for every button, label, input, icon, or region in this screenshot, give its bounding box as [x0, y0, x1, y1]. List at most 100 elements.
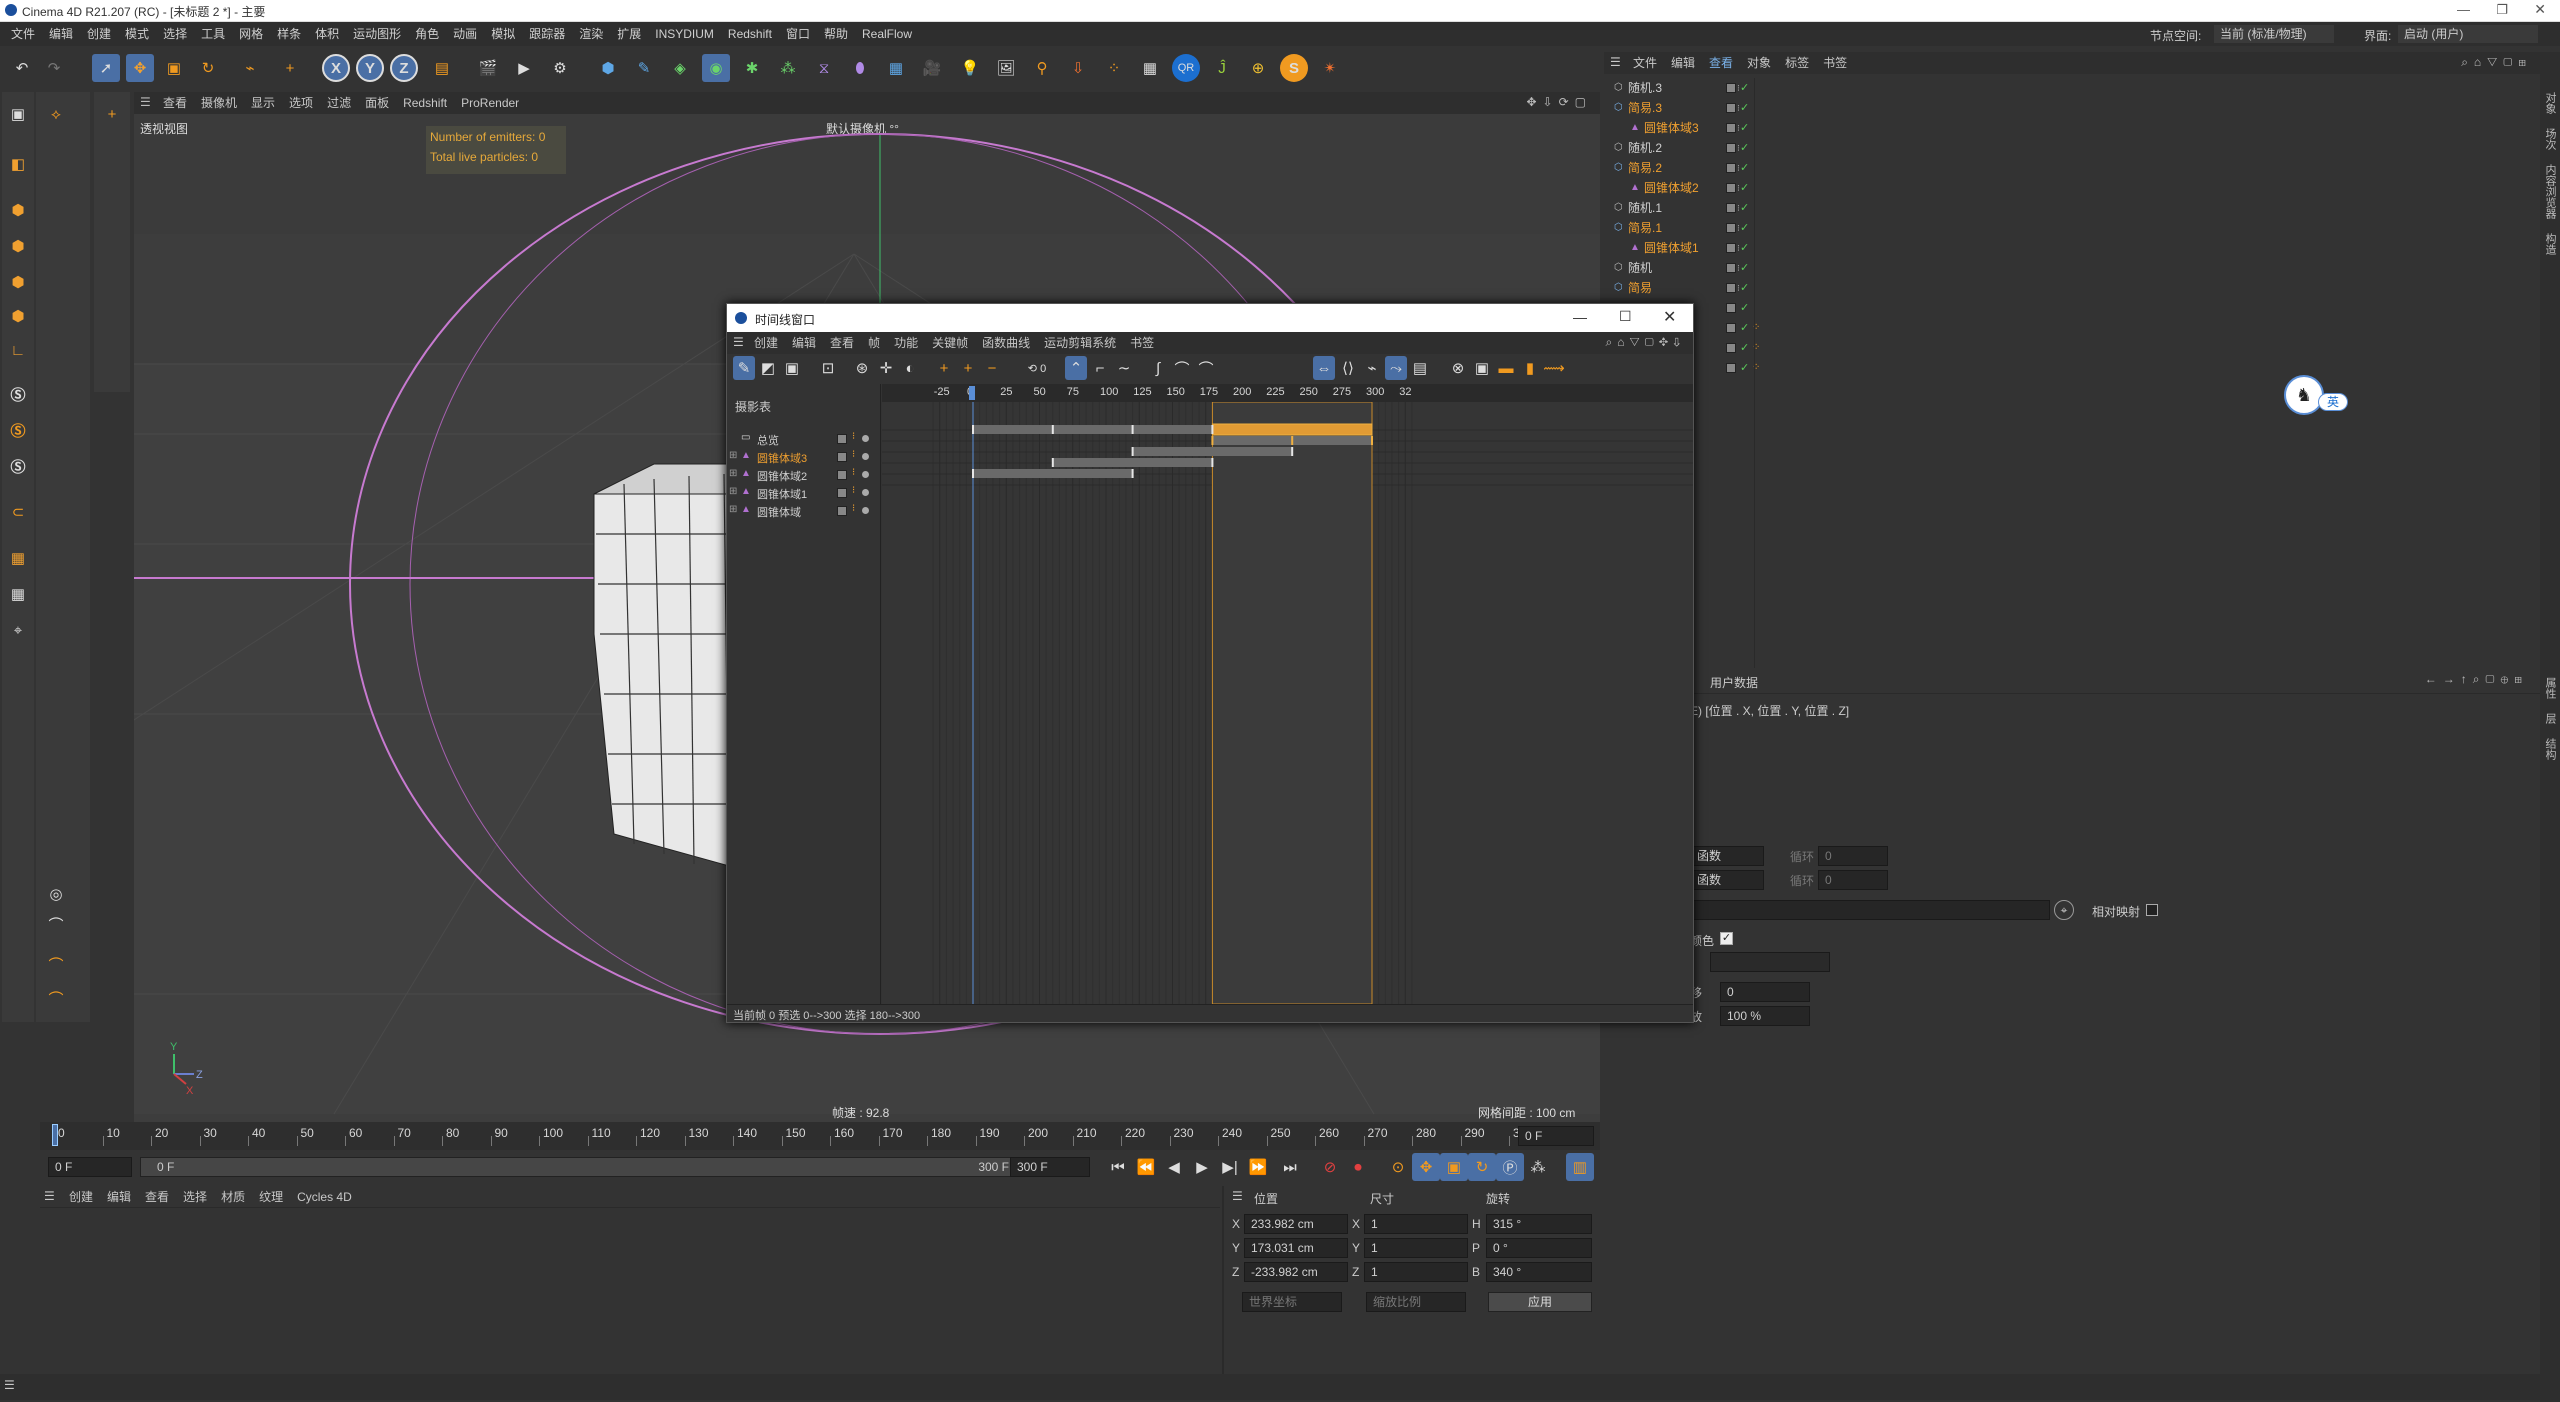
- workplane-icon[interactable]: ▦: [4, 544, 32, 572]
- s-tool-3-icon[interactable]: Ⓢ: [4, 452, 32, 480]
- material-menu-item[interactable]: 纹理: [252, 1186, 290, 1208]
- xp-emitter-icon[interactable]: ⚲: [1028, 54, 1056, 82]
- enabled-checkmark-icon[interactable]: ✓: [1740, 338, 1749, 358]
- enabled-checkmark-icon[interactable]: ✓: [1740, 158, 1749, 178]
- position-field[interactable]: 173.031 cm: [1244, 1238, 1348, 1258]
- side-tab[interactable]: 对象: [2543, 92, 2557, 114]
- ripple-icon[interactable]: ⌁: [1361, 356, 1383, 380]
- s-plugin-icon[interactable]: S: [1280, 54, 1308, 82]
- track-toggle-icon[interactable]: [837, 470, 847, 480]
- menu-item[interactable]: Redshift: [721, 22, 779, 46]
- object-row[interactable]: ⬡ 随机 ⁝ ✓: [1608, 258, 1758, 278]
- pen-icon[interactable]: ✎: [630, 54, 658, 82]
- keyframe-marker[interactable]: [972, 469, 974, 478]
- track-row[interactable]: ▭ 总览 ⁝: [727, 430, 881, 448]
- floor-icon[interactable]: ▦: [882, 54, 910, 82]
- maximize-button[interactable]: ❐: [2496, 2, 2508, 18]
- lock-workplane-icon[interactable]: ▦: [4, 580, 32, 608]
- timeline-menu-item[interactable]: 查看: [823, 332, 861, 354]
- coordinate-system-icon[interactable]: ▤: [428, 54, 456, 82]
- viewport-menu-item[interactable]: 过滤: [320, 92, 358, 114]
- enabled-checkmark-icon[interactable]: ✓: [1740, 98, 1749, 118]
- object-row[interactable]: ⬡ 随机.3 ⁝ ✓: [1608, 78, 1758, 98]
- color-checkbox[interactable]: ✓: [1720, 932, 1733, 945]
- timeline-menu-item[interactable]: 运动剪辑系统: [1037, 332, 1123, 354]
- enabled-checkmark-icon[interactable]: ✓: [1740, 198, 1749, 218]
- rotate-icon[interactable]: ↻: [194, 54, 222, 82]
- material-menu-item[interactable]: 查看: [138, 1186, 176, 1208]
- object-row[interactable]: ▲ 圆锥体域3 ⁝ ✓: [1608, 118, 1758, 138]
- timeline-menu-item[interactable]: 关键帧: [925, 332, 975, 354]
- cube-icon[interactable]: ⬢: [594, 54, 622, 82]
- timeline-menu-item[interactable]: 书签: [1123, 332, 1161, 354]
- particles-icon[interactable]: ⁘: [1100, 54, 1128, 82]
- lock-icon[interactable]: ⊡: [817, 356, 839, 380]
- snap-tl-icon[interactable]: ⊛: [851, 356, 873, 380]
- key-range-bar[interactable]: [1052, 458, 1213, 467]
- menu-item[interactable]: 样条: [270, 22, 308, 46]
- object-row[interactable]: ⬡ 随机.2 ⁝ ✓: [1608, 138, 1758, 158]
- enabled-checkmark-icon[interactable]: ✓: [1740, 318, 1749, 338]
- material-menu-icon[interactable]: ☰: [44, 1189, 55, 1203]
- keyframe-selection-icon[interactable]: ⊙: [1384, 1153, 1412, 1181]
- menu-item[interactable]: 文件: [4, 22, 42, 46]
- rotation-field[interactable]: 340 °: [1486, 1262, 1592, 1282]
- visibility-toggle[interactable]: [1726, 123, 1736, 133]
- scale-icon[interactable]: ▣: [160, 54, 188, 82]
- menu-item[interactable]: 扩展: [610, 22, 648, 46]
- cloner-icon[interactable]: ◉: [702, 54, 730, 82]
- keyframe-marker[interactable]: [1131, 425, 1134, 434]
- undo-icon[interactable]: ↶: [8, 54, 36, 82]
- menu-item[interactable]: 运动图形: [346, 22, 408, 46]
- expand-icon[interactable]: ⊞: [729, 486, 737, 497]
- close-button[interactable]: ✕: [2534, 1, 2546, 18]
- menu-item[interactable]: 网格: [232, 22, 270, 46]
- start-frame-field[interactable]: 0 F: [48, 1157, 132, 1177]
- offset-field[interactable]: 0: [1720, 982, 1810, 1002]
- size-field[interactable]: 1: [1364, 1238, 1468, 1258]
- recent-tools-icon[interactable]: ⌁: [236, 54, 264, 82]
- enabled-checkmark-icon[interactable]: ✓: [1740, 298, 1749, 318]
- plugin-j-icon[interactable]: Ĵ: [1208, 54, 1236, 82]
- visibility-toggle[interactable]: [1726, 203, 1736, 213]
- object-manager-tool-icons[interactable]: ⌕⌂▽▢⊞: [2461, 55, 2532, 70]
- timeline-layout-icon[interactable]: ▥: [1566, 1153, 1594, 1181]
- side-tab[interactable]: 结构: [2543, 738, 2557, 760]
- spline-key-icon[interactable]: ∼: [1113, 356, 1135, 380]
- timeline-close-button[interactable]: ✕: [1663, 307, 1676, 327]
- track-layer-icon[interactable]: ⁝: [852, 431, 855, 442]
- menu-item[interactable]: 创建: [80, 22, 118, 46]
- visibility-toggle[interactable]: [1726, 323, 1736, 333]
- add-key-icon[interactable]: +: [933, 356, 955, 380]
- visibility-toggle[interactable]: [1726, 283, 1736, 293]
- viewport-menu-item[interactable]: 摄像机: [194, 92, 244, 114]
- timeline-menu-icon[interactable]: ☰: [733, 335, 744, 349]
- next-key-icon[interactable]: ⏩: [1244, 1153, 1272, 1181]
- timeline-menu-item[interactable]: 帧: [861, 332, 887, 354]
- timeline-tool-icons[interactable]: ⌕⌂▽▢✥⇩: [1606, 335, 1685, 350]
- go-end-icon[interactable]: ⏭: [1276, 1153, 1304, 1181]
- keyframe-marker[interactable]: [1211, 425, 1214, 434]
- keyframe-marker[interactable]: [1211, 458, 1214, 467]
- keyframe-marker[interactable]: [1051, 425, 1054, 434]
- zoom-tl-icon[interactable]: ◐: [899, 356, 921, 380]
- size-field[interactable]: 1: [1364, 1214, 1468, 1234]
- viewport-menu-item[interactable]: 面板: [358, 92, 396, 114]
- scale-field[interactable]: 100 %: [1720, 1006, 1810, 1026]
- function-select-2[interactable]: 函数: [1690, 870, 1764, 890]
- mograph-icon[interactable]: ⁂: [774, 54, 802, 82]
- key-range-bar[interactable]: [973, 425, 1213, 434]
- brush-tool-icon[interactable]: ◎: [42, 880, 70, 908]
- frame-sel-icon[interactable]: ⟨⟩: [1337, 356, 1359, 380]
- key-range-bar[interactable]: [973, 469, 1133, 478]
- timeline-menu-item[interactable]: 函数曲线: [975, 332, 1037, 354]
- spline-tool-icon[interactable]: ⌒: [42, 950, 70, 978]
- select-tl-icon[interactable]: ✛: [875, 356, 897, 380]
- auto-key-icon[interactable]: ⏺: [1344, 1153, 1372, 1181]
- user-data-tab[interactable]: 用户数据: [1710, 674, 1758, 691]
- track-dot-icon[interactable]: [862, 453, 869, 460]
- visibility-toggle[interactable]: [1726, 223, 1736, 233]
- menu-item[interactable]: 工具: [194, 22, 232, 46]
- color-field[interactable]: [1710, 952, 1830, 972]
- visibility-toggle[interactable]: [1726, 163, 1736, 173]
